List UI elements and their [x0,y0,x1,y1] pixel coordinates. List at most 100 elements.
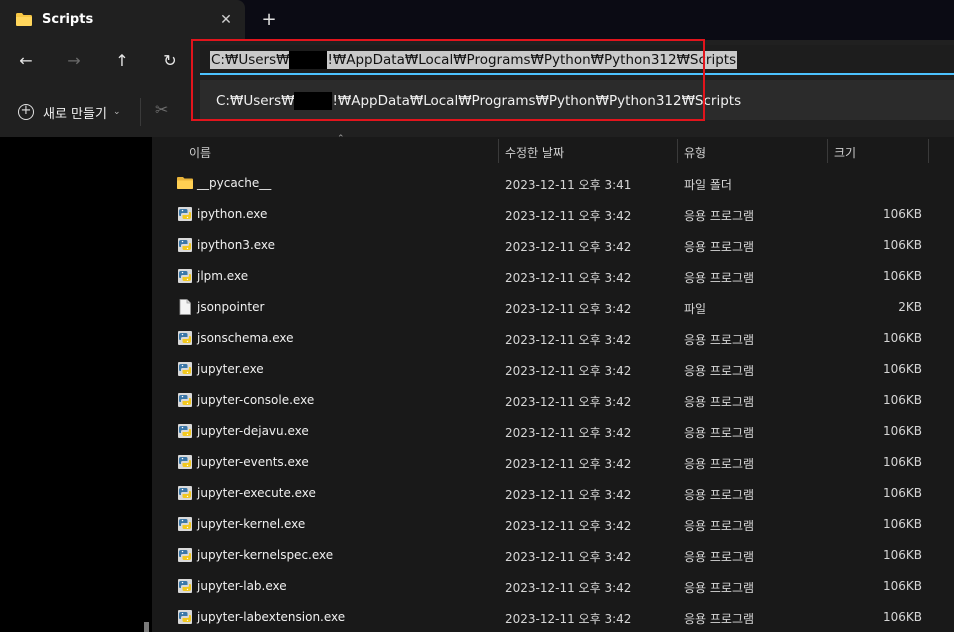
scissors-icon[interactable]: ✂ [155,100,168,119]
file-row[interactable]: ipython.exe 2023-12-11 오후 3:42 응용 프로그램 106K… [157,199,954,230]
file-type: 응용 프로그램 [684,395,755,409]
file-type: 응용 프로그램 [684,457,755,471]
file-type: 응용 프로그램 [684,550,755,564]
file-row[interactable]: jlpm.exe 2023-12-11 오후 3:42 응용 프로그램 106KB [157,261,954,292]
file-modified-date: 2023-12-11 오후 3:41 [505,178,632,192]
file-modified-date: 2023-12-11 오후 3:42 [505,550,632,564]
back-arrow-icon[interactable]: ← [14,49,38,73]
file-row[interactable]: jupyter-lab.exe 2023-12-11 오후 3:42 응용 프로그램… [157,571,954,602]
file-row[interactable]: __pycache__ 2023-12-11 오후 3:41 파일 폴더 [157,168,954,199]
column-header-row: ⌃ 이름 수정한 날짜 유형 크기 [157,134,954,165]
scrollbar-thumb[interactable] [144,622,149,632]
file-name: __pycache__ [197,176,272,190]
new-button[interactable]: + 새로 만들기 ⌄ [18,102,120,122]
file-row[interactable]: ipython3.exe 2023-12-11 오후 3:42 응용 프로그램 106… [157,230,954,261]
file-name: jupyter-lab.exe [197,579,287,593]
file-size: 106KB [882,238,922,252]
up-arrow-icon[interactable]: ↑ [110,49,134,73]
tab-scripts[interactable]: Scripts ✕ [0,0,245,40]
python-exe-icon [177,361,193,377]
file-name: jupyter-labextension.exe [197,610,346,624]
column-header-name[interactable]: 이름 [189,144,211,161]
file-type: 응용 프로그램 [684,612,755,626]
file-type: 응용 프로그램 [684,240,755,254]
refresh-icon[interactable]: ↻ [158,49,182,73]
python-exe-icon [177,578,193,594]
file-modified-date: 2023-12-11 오후 3:42 [505,488,632,502]
file-row[interactable]: jupyter-kernel.exe 2023-12-11 오후 3:42 응용 프… [157,509,954,540]
file-row[interactable]: jsonschema.exe 2023-12-11 오후 3:42 응용 프로그램 1… [157,323,954,354]
file-type: 응용 프로그램 [684,581,755,595]
new-tab-button[interactable]: + [258,9,280,31]
file-size: 106KB [882,207,922,221]
file-size: 106KB [882,517,922,531]
file-row[interactable]: jupyter.exe 2023-12-11 오후 3:42 응용 프로그램 106K… [157,354,954,385]
folder-icon [16,13,32,26]
file-size: 106KB [882,362,922,376]
file-name: jlpm.exe [197,269,249,283]
file-row[interactable]: jupyter-labextension.exe 2023-12-11 오후 3:… [157,602,954,632]
file-name: jupyter-kernelspec.exe [197,548,334,562]
file-modified-date: 2023-12-11 오후 3:42 [505,240,632,254]
file-type: 파일 [684,302,707,316]
folder-icon [177,175,193,191]
file-row[interactable]: jupyter-console.exe 2023-12-11 오후 3:42 응용 … [157,385,954,416]
file-modified-date: 2023-12-11 오후 3:42 [505,426,632,440]
file-modified-date: 2023-12-11 오후 3:42 [505,271,632,285]
file-type: 응용 프로그램 [684,271,755,285]
file-size: 106KB [882,610,922,624]
file-name: jupyter.exe [197,362,264,376]
file-size: 106KB [882,579,922,593]
python-exe-icon [177,392,193,408]
file-size: 106KB [882,548,922,562]
column-divider[interactable] [498,139,499,163]
file-size: 106KB [882,393,922,407]
file-modified-date: 2023-12-11 오후 3:42 [505,519,632,533]
file-type: 응용 프로그램 [684,364,755,378]
navigation-pane[interactable] [0,137,152,632]
file-size: 106KB [882,269,922,283]
file-modified-date: 2023-12-11 오후 3:42 [505,612,632,626]
file-type: 응용 프로그램 [684,209,755,223]
column-header-size[interactable]: 크기 [834,144,856,161]
file-type: 응용 프로그램 [684,519,755,533]
file-type: 응용 프로그램 [684,333,755,347]
file-size: 106KB [882,455,922,469]
file-name: jupyter-console.exe [197,393,315,407]
file-size: 106KB [882,486,922,500]
python-exe-icon [177,547,193,563]
file-name: ipython3.exe [197,238,276,252]
tab-title: Scripts [42,12,94,27]
python-exe-icon [177,485,193,501]
column-header-date[interactable]: 수정한 날짜 [505,144,564,161]
file-type: 응용 프로그램 [684,426,755,440]
file-modified-date: 2023-12-11 오후 3:42 [505,333,632,347]
file-row[interactable]: jupyter-events.exe 2023-12-11 오후 3:42 응용 프… [157,447,954,478]
column-divider[interactable] [827,139,828,163]
file-type: 응용 프로그램 [684,488,755,502]
python-exe-icon [177,330,193,346]
file-row[interactable]: jsonpointer 2023-12-11 오후 3:42 파일 2KB [157,292,954,323]
file-modified-date: 2023-12-11 오후 3:42 [505,395,632,409]
file-name: jsonpointer [197,300,265,314]
file-size: 2KB [898,300,922,314]
python-exe-icon [177,609,193,625]
tab-bar: Scripts ✕ + [0,0,954,40]
file-row[interactable]: jupyter-kernelspec.exe 2023-12-11 오후 3:42… [157,540,954,571]
file-name: jupyter-execute.exe [197,486,316,500]
file-row[interactable]: jupyter-dejavu.exe 2023-12-11 오후 3:42 응용 프… [157,416,954,447]
column-header-type[interactable]: 유형 [684,144,706,161]
python-exe-icon [177,237,193,253]
close-icon[interactable]: ✕ [216,10,236,30]
file-modified-date: 2023-12-11 오후 3:42 [505,364,632,378]
file-icon [177,299,193,315]
column-divider[interactable] [677,139,678,163]
new-button-label: 새로 만들기 [43,106,107,122]
file-list: ⌃ 이름 수정한 날짜 유형 크기 __pycache__ 2023-12-11 … [157,134,954,632]
file-name: jsonschema.exe [197,331,294,345]
navigation-pane-scrollbar[interactable] [144,137,150,632]
forward-arrow-icon[interactable]: → [62,49,86,73]
column-divider[interactable] [928,139,929,163]
file-row[interactable]: jupyter-execute.exe 2023-12-11 오후 3:42 응용 … [157,478,954,509]
file-modified-date: 2023-12-11 오후 3:42 [505,581,632,595]
